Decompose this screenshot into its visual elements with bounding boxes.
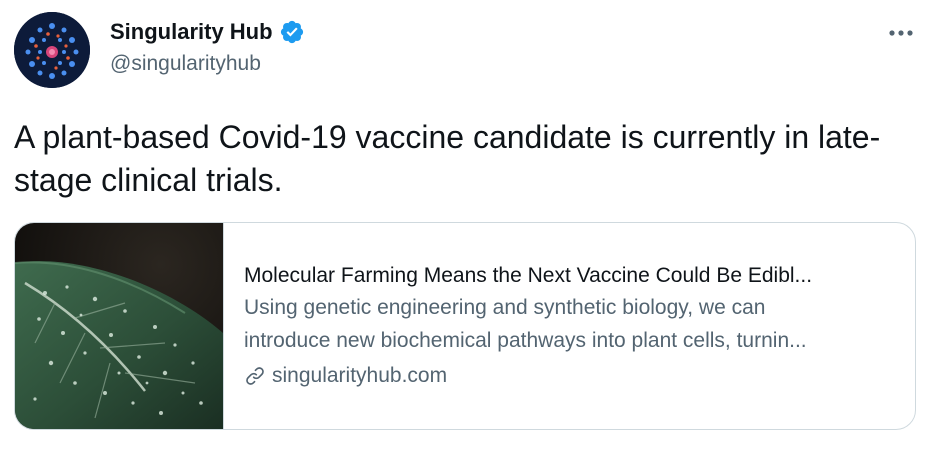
link-icon — [244, 365, 266, 387]
tweet-text: A plant-based Covid-19 vaccine candidate… — [14, 119, 881, 198]
name-row: Singularity Hub — [110, 17, 305, 47]
card-domain: singularityhub.com — [272, 364, 448, 387]
card-title: Molecular Farming Means the Next Vaccine… — [244, 264, 813, 287]
card-domain-row: singularityhub.com — [244, 361, 904, 391]
leaf-image — [15, 223, 223, 429]
verified-badge-icon — [279, 19, 305, 45]
avatar[interactable] — [14, 12, 90, 88]
display-name[interactable]: Singularity Hub — [110, 19, 273, 45]
singularity-hub-logo-icon — [14, 12, 90, 88]
user-handle[interactable]: @singularityhub — [110, 52, 305, 76]
tweet: Singularity Hub @singularityhub A plant-… — [0, 0, 934, 456]
card-description: Using genetic engineering and synthetic … — [244, 291, 894, 357]
card-description-line: Using genetic engineering and synthetic … — [244, 296, 766, 319]
card-body: Molecular Farming Means the Next Vaccine… — [224, 223, 904, 429]
more-options-button[interactable] — [888, 20, 914, 46]
card-description-line: introduce new biochemical pathways into … — [244, 329, 807, 352]
author-block: Singularity Hub @singularityhub — [110, 17, 305, 76]
card-image — [15, 223, 224, 429]
more-horizontal-icon — [889, 30, 913, 36]
link-preview-card[interactable]: Molecular Farming Means the Next Vaccine… — [14, 222, 916, 430]
